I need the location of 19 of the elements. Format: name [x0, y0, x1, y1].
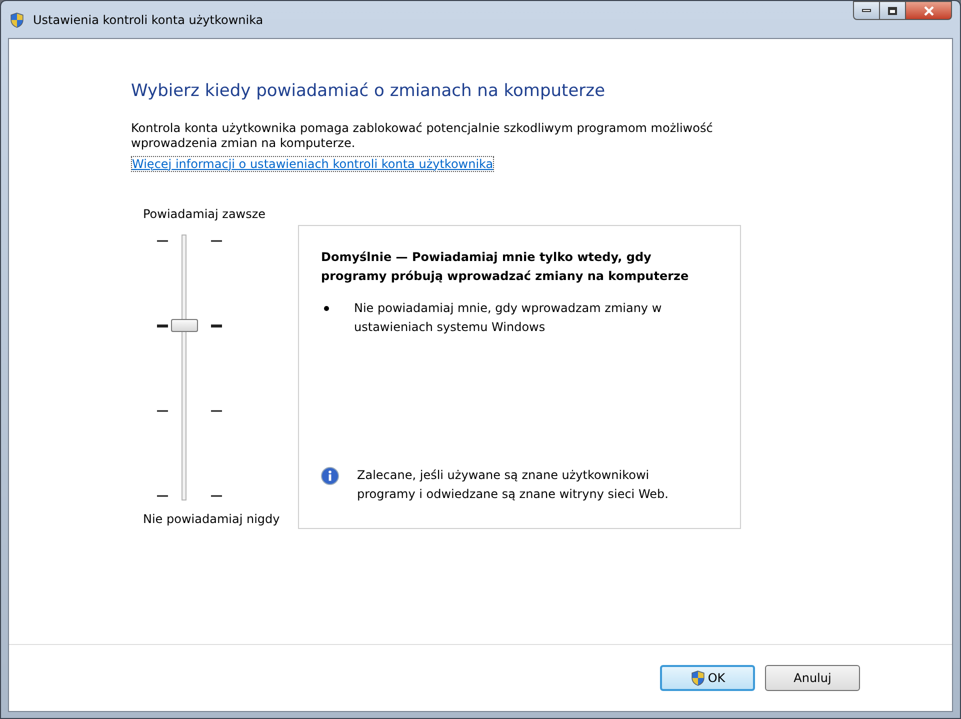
- bullet-text: Nie powiadamiaj mnie, gdy wprowadzam zmiany w ustawieniach systemu Windows: [354, 300, 663, 336]
- info-title: Domyślnie — Powiadamiaj mnie tylko wtedy, gdy programy próbują wprowadzać zmiany na komputerze: [321, 248, 690, 285]
- slider-thumb[interactable]: [171, 318, 198, 332]
- description-text: Kontrola konta użytkownika pomaga zablokować potencjalnie szkodliwym programom możliwość wprowadzenia zmian na komputerze.: [131, 120, 714, 150]
- maximize-button[interactable]: [880, 1, 906, 20]
- bullet-icon: [324, 306, 329, 310]
- window-title: Ustawienia kontroli konta użytkownika: [33, 12, 264, 28]
- shield-icon: [9, 12, 25, 28]
- minimize-button[interactable]: [853, 1, 880, 20]
- ok-button[interactable]: OK: [660, 665, 755, 691]
- help-link[interactable]: Więcej informacji o ustawieniach kontroli konta użytkownika: [131, 156, 494, 172]
- close-button[interactable]: [906, 1, 952, 20]
- info-icon: [321, 466, 339, 484]
- cancel-button[interactable]: Anuluj: [765, 665, 860, 691]
- close-icon: [924, 6, 934, 16]
- heading: Wybierz kiedy powiadamiać o zmianach na komputerze: [131, 80, 606, 103]
- recommendation-text: Zalecane, jeśli używane są znane użytkownikowi programy i odwiedzane są znane witryny sieci Web.: [357, 466, 670, 502]
- top-label: Powiadamiaj zawsze: [143, 206, 267, 222]
- bottom-label: Nie powiadamiaj nigdy: [143, 510, 281, 528]
